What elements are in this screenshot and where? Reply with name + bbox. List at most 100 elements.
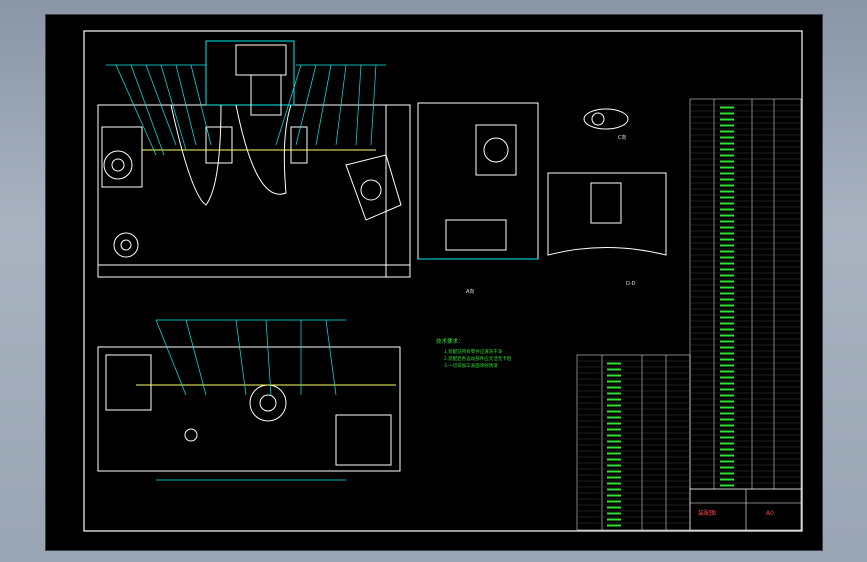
- table-cell-text-mark: [720, 178, 734, 181]
- table-cell-text-mark: [720, 358, 734, 361]
- table-cell-text-mark: [720, 316, 734, 319]
- table-cell-text-mark: [720, 130, 734, 133]
- table-cell-text-mark: [607, 506, 621, 509]
- table-cell-text-mark: [720, 418, 734, 421]
- table-cell-text-mark: [720, 268, 734, 271]
- table-cell-text-mark: [607, 470, 621, 473]
- title-block-sheet: A0: [766, 510, 774, 517]
- table-cell-text-mark: [607, 380, 621, 383]
- table-cell-text-mark: [720, 370, 734, 373]
- notes-heading: 技术要求：: [436, 337, 464, 345]
- table-cell-text-mark: [720, 424, 734, 427]
- table-cell-text-mark: [720, 430, 734, 433]
- table-cell-text-mark: [607, 464, 621, 467]
- table-cell-text-mark: [720, 292, 734, 295]
- table-cell-text-mark: [607, 512, 621, 515]
- view-label-dd: D-D: [626, 281, 636, 287]
- table-cell-text-mark: [607, 428, 621, 431]
- side-view-a: [417, 102, 539, 260]
- table-cell-text-mark: [720, 328, 734, 331]
- table-cell-text-mark: [720, 262, 734, 265]
- table-cell-text-mark: [720, 160, 734, 163]
- view-label-a: A向: [466, 288, 474, 295]
- table-cell-text-mark: [720, 196, 734, 199]
- plan-view: [97, 346, 401, 472]
- table-cell-text-mark: [607, 494, 621, 497]
- drawing-border: [83, 30, 803, 532]
- table-cell-text-mark: [720, 304, 734, 307]
- table-cell-text-mark: [720, 382, 734, 385]
- table-cell-text-mark: [720, 412, 734, 415]
- table-cell-text-mark: [607, 374, 621, 377]
- table-cell-text-mark: [607, 518, 621, 521]
- table-cell-text-mark: [607, 362, 621, 365]
- table-cell-text-mark: [720, 142, 734, 145]
- table-cell-text-mark: [720, 352, 734, 355]
- table-cell-text-mark: [720, 184, 734, 187]
- table-cell-text-mark: [607, 458, 621, 461]
- plan-view-leaders: [155, 319, 346, 481]
- table-cell-text-mark: [720, 472, 734, 475]
- technical-notes: 技术要求： 1.装配前所有零件应清洗干净 2.装配后各运动部件应灵活无卡阻 3.…: [436, 337, 512, 369]
- front-view-leaders: [106, 64, 386, 156]
- table-cell-text-mark: [720, 214, 734, 217]
- table-cell-text-mark: [607, 488, 621, 491]
- table-cell-text-mark: [720, 238, 734, 241]
- table-cell-text-mark: [720, 298, 734, 301]
- table-cell-text-mark: [720, 454, 734, 457]
- parts-list-lower: [576, 354, 691, 531]
- table-cell-text-mark: [607, 410, 621, 413]
- table-cell-text-mark: [720, 442, 734, 445]
- table-cell-text-mark: [720, 340, 734, 343]
- table-cell-text-mark: [720, 406, 734, 409]
- table-cell-text-mark: [607, 440, 621, 443]
- table-cell-text-mark: [720, 286, 734, 289]
- table-cell-text-mark: [720, 172, 734, 175]
- table-cell-text-mark: [720, 208, 734, 211]
- table-cell-text-mark: [720, 280, 734, 283]
- table-cell-text-mark: [607, 398, 621, 401]
- table-cell-text-mark: [607, 416, 621, 419]
- note-line-1: 1.装配前所有零件应清洗干净: [444, 348, 503, 355]
- table-cell-text-mark: [720, 334, 734, 337]
- table-cell-text-mark: [720, 274, 734, 277]
- table-cell-text-mark: [720, 346, 734, 349]
- view-label-c: C向: [618, 134, 627, 141]
- table-cell-text-mark: [720, 364, 734, 367]
- table-cell-text-mark: [607, 386, 621, 389]
- note-line-3: 3.一切非加工表面涂防锈漆: [444, 362, 498, 369]
- table-cell-text-mark: [720, 400, 734, 403]
- table-cell-text-mark: [720, 376, 734, 379]
- table-cell-text-mark: [607, 434, 621, 437]
- parts-list-rows: [577, 104, 801, 527]
- table-cell-text-mark: [720, 232, 734, 235]
- table-cell-text-mark: [720, 394, 734, 397]
- table-cell-text-mark: [720, 484, 734, 487]
- table-cell-text-mark: [720, 388, 734, 391]
- table-cell-text-mark: [607, 524, 621, 527]
- table-cell-text-mark: [720, 112, 734, 115]
- table-cell-text-mark: [607, 392, 621, 395]
- table-cell-text-mark: [720, 478, 734, 481]
- table-cell-text-mark: [607, 452, 621, 455]
- table-cell-text-mark: [720, 202, 734, 205]
- table-cell-text-mark: [607, 482, 621, 485]
- table-cell-text-mark: [720, 166, 734, 169]
- table-cell-text-mark: [720, 322, 734, 325]
- table-cell-text-mark: [720, 148, 734, 151]
- note-line-2: 2.装配后各运动部件应灵活无卡阻: [444, 355, 512, 362]
- table-cell-text-mark: [720, 250, 734, 253]
- cad-drawing-canvas[interactable]: A向 C向 D-D 技术要求： 1.装配前所有零件应清洗干净 2.装配后各运动部…: [46, 15, 822, 550]
- table-cell-text-mark: [720, 460, 734, 463]
- cad-viewport[interactable]: A向 C向 D-D 技术要求： 1.装配前所有零件应清洗干净 2.装配后各运动部…: [45, 14, 823, 551]
- table-cell-text-mark: [720, 220, 734, 223]
- table-cell-text-mark: [720, 436, 734, 439]
- parts-list-upper: [689, 98, 802, 490]
- table-cell-text-mark: [720, 124, 734, 127]
- table-cell-text-mark: [720, 310, 734, 313]
- table-cell-text-mark: [720, 448, 734, 451]
- table-cell-text-mark: [607, 404, 621, 407]
- table-cell-text-mark: [607, 422, 621, 425]
- table-cell-text-mark: [720, 226, 734, 229]
- table-cell-text-mark: [720, 244, 734, 247]
